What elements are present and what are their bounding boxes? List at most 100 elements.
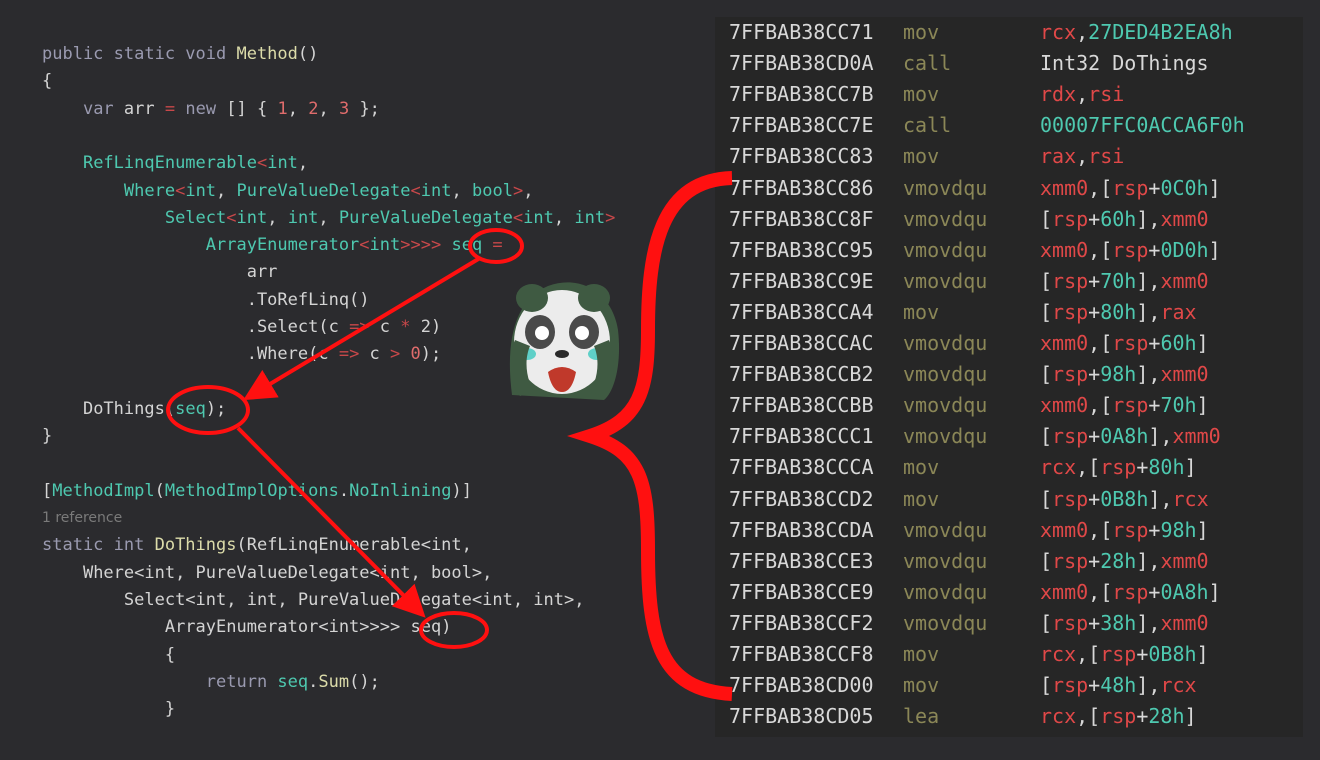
asm-operands: rcx,[rsp+0B8h] — [1040, 639, 1209, 670]
asm-operand-token: + — [1088, 548, 1101, 573]
asm-operand-token: xmm0 — [1040, 237, 1089, 262]
code-token: } — [42, 426, 53, 447]
asm-operand-token: rax — [1040, 144, 1077, 169]
asm-operand-token: ], — [1136, 610, 1161, 635]
asm-row: 7FFBAB38CCE3 vmovdqu [rsp+28h],xmm0 — [715, 546, 1303, 577]
asm-address: 7FFBAB38CD00 — [729, 673, 874, 698]
asm-operand-token: ,[ — [1088, 393, 1113, 418]
asm-operand-token: , — [1076, 82, 1089, 107]
asm-operand-token: ,[ — [1088, 175, 1113, 200]
asm-mnemonic: call — [903, 51, 952, 76]
asm-mnemonic: vmovdqu — [903, 237, 988, 262]
asm-mnemonic: vmovdqu — [903, 393, 988, 418]
asm-operand-token: 70h — [1160, 393, 1197, 418]
asm-operand-token: ], — [1148, 424, 1173, 449]
asm-operand-token: ,[ — [1088, 517, 1113, 542]
code-token: }; — [349, 98, 380, 119]
code-token: int — [236, 207, 268, 228]
code-token: int — [369, 235, 401, 256]
code-token: >>>> — [400, 235, 442, 256]
asm-operand-token: + — [1136, 704, 1149, 729]
code-token: , — [297, 153, 309, 174]
asm-row: 7FFBAB38CCB2 vmovdqu [rsp+98h],xmm0 — [715, 359, 1303, 390]
code-token: seq — [175, 398, 206, 419]
asm-operand-token: 00007FFC0ACCA6F0h — [1040, 113, 1245, 138]
asm-operand-token: xmm0 — [1040, 579, 1089, 604]
asm-mnemonic: mov — [903, 299, 940, 324]
asm-operand-token: xmm0 — [1160, 206, 1209, 231]
asm-operand-token: [ — [1040, 548, 1053, 573]
asm-operand-token: xmm0 — [1160, 268, 1209, 293]
asm-operand-token: rsp — [1052, 673, 1089, 698]
asm-operand-token: rsp — [1100, 455, 1137, 480]
code-token: bool — [471, 180, 513, 201]
asm-row: 7FFBAB38CCA4 mov [rsp+80h],rax — [715, 297, 1303, 328]
asm-operand-token: rcx — [1172, 486, 1209, 511]
asm-operand-token: ] — [1196, 393, 1209, 418]
code-token: public static void — [42, 44, 237, 64]
code-editor-pane: public static void Method(){ var arr = n… — [0, 0, 700, 760]
asm-operand-token: ] — [1196, 331, 1209, 355]
asm-operands: [rsp+48h],rcx — [1040, 670, 1197, 701]
code-line: arr — [42, 262, 278, 282]
asm-operand-token: ], — [1136, 206, 1161, 231]
asm-operand-token: ,[ — [1088, 237, 1113, 262]
asm-operands: [rsp+38h],xmm0 — [1040, 608, 1209, 639]
asm-address: 7FFBAB38CCF2 — [729, 610, 874, 635]
code-token: , — [267, 207, 288, 228]
code-token: > — [605, 207, 616, 228]
code-token: 2) — [420, 317, 442, 337]
asm-operand-token: [ — [1040, 206, 1053, 231]
asm-operand-token: rsp — [1112, 175, 1149, 200]
asm-operand-token: [ — [1040, 424, 1053, 449]
code-line: Select<int, int, PureValueDelegate<int, … — [42, 590, 585, 610]
asm-operand-token: + — [1088, 206, 1101, 231]
asm-operand-token: rsp — [1112, 237, 1149, 262]
asm-operand-token: 0C0h — [1160, 175, 1209, 200]
code-token: .ToRefLinq() — [246, 289, 370, 310]
asm-mnemonic: lea — [903, 704, 940, 729]
asm-operands: 00007FFC0ACCA6F0h — [1040, 110, 1245, 141]
disassembly-pane: 7FFBAB38CC71 mov rcx,27DED4B2EA8h 7FFBAB38C… — [715, 17, 1303, 737]
code-token: static int — [42, 535, 155, 556]
code-token: () — [297, 44, 319, 64]
code-token: ArrayEnumerator<int>>>> — [164, 617, 411, 638]
asm-row: 7FFBAB38CC7B mov rdx,rsi — [715, 79, 1303, 110]
code-token: int — [574, 207, 606, 228]
asm-operand-token: 60h — [1100, 206, 1137, 231]
asm-operand-token: + — [1148, 175, 1161, 200]
asm-operands: rax,rsi — [1040, 141, 1124, 172]
asm-operand-token: ], — [1136, 673, 1161, 698]
asm-operand-token: + — [1088, 673, 1101, 698]
asm-row: 7FFBAB38CC9E vmovdqu [rsp+70h],xmm0 — [715, 266, 1303, 297]
code-token: c — [379, 317, 401, 337]
asm-address: 7FFBAB38CCCA — [729, 455, 874, 480]
asm-operand-token: rdx — [1040, 82, 1077, 107]
asm-operand-token: 28h — [1100, 548, 1137, 573]
code-token: Select — [164, 207, 227, 228]
code-token: { — [164, 644, 176, 665]
asm-operand-token: 80h — [1148, 455, 1185, 480]
asm-operand-token: rcx — [1040, 20, 1077, 44]
asm-operand-token: rsp — [1100, 704, 1137, 729]
asm-operand-token: 60h — [1160, 331, 1197, 355]
code-token: , — [318, 207, 339, 228]
asm-operand-token: [ — [1040, 673, 1053, 698]
asm-address: 7FFBAB38CCDA — [729, 517, 874, 542]
asm-mnemonic: mov — [903, 455, 940, 480]
asm-operand-token: 0A8h — [1100, 424, 1149, 449]
code-line: static int DoThings(RefLinqEnumerable<in… — [42, 535, 472, 555]
code-token: , — [451, 180, 472, 201]
asm-operands: rdx,rsi — [1040, 79, 1124, 110]
code-line: RefLinqEnumerable<int, — [42, 153, 308, 173]
asm-row: 7FFBAB38CC8F vmovdqu [rsp+60h],xmm0 — [715, 204, 1303, 235]
asm-address: 7FFBAB38CC7E — [729, 113, 874, 138]
asm-mnemonic: mov — [903, 673, 940, 698]
asm-operand-token: 0A8h — [1160, 579, 1209, 604]
